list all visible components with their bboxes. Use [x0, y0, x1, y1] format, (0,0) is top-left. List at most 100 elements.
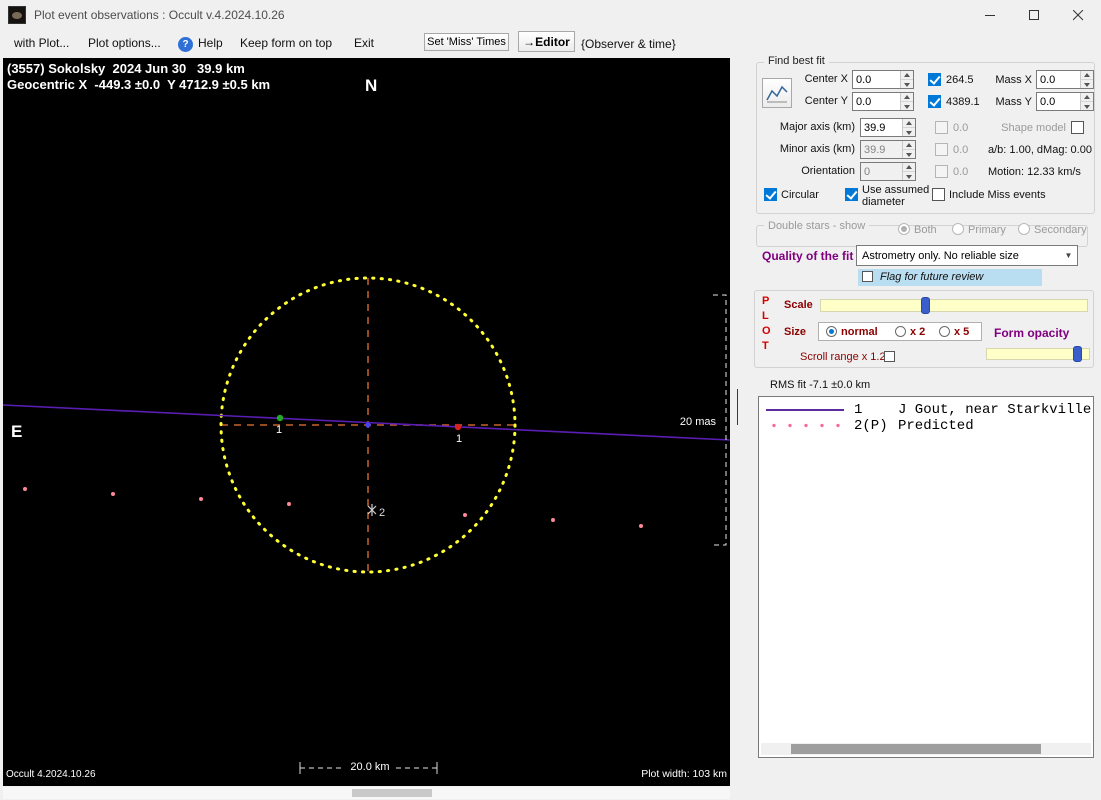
quality-selected-value: Astrometry only. No reliable size: [862, 249, 1019, 262]
center-y-input[interactable]: [853, 93, 900, 110]
mass-x-input[interactable]: [1037, 71, 1080, 88]
center-y-label: Center Y: [804, 95, 848, 107]
panel-divider: [737, 389, 738, 425]
menu-item-with-plot[interactable]: with Plot...: [14, 36, 69, 50]
list-item[interactable]: 1 J Gout, near Starkville: [759, 402, 1093, 418]
spin-up-icon[interactable]: [1081, 93, 1093, 102]
observation-name: Predicted: [898, 418, 974, 434]
major-axis-lock-checkbox: [935, 121, 948, 134]
menu-item-help[interactable]: Help: [198, 36, 223, 50]
spin-down-icon[interactable]: [903, 128, 915, 136]
spin-down-icon[interactable]: [901, 80, 913, 88]
spin-up-icon[interactable]: [901, 71, 913, 80]
center-y-spinner[interactable]: [852, 92, 914, 111]
close-button[interactable]: [1056, 0, 1101, 30]
spin-down-icon: [903, 172, 915, 180]
shape-model-checkbox[interactable]: [1071, 121, 1084, 134]
size-x2-label: x 2: [910, 326, 926, 338]
scale-slider[interactable]: [820, 297, 1088, 314]
menu-item-exit[interactable]: Exit: [354, 36, 374, 50]
scroll-range-checkbox[interactable]: [884, 351, 895, 362]
major-axis-spinner[interactable]: [860, 118, 916, 137]
double-stars-secondary-radio: [1018, 223, 1030, 235]
orientation-lock-checkbox: [935, 165, 948, 178]
minor-axis-zero: 0.0: [953, 144, 969, 156]
mass-y-spinner[interactable]: [1036, 92, 1094, 111]
center-x-label: Center X: [804, 73, 848, 85]
plot-title-line2: Geocentric X -449.3 ±0.0 Y 4712.9 ±0.5 k…: [7, 77, 271, 92]
predicted-dot: [199, 497, 203, 501]
list-item[interactable]: 2(P) Predicted: [759, 418, 1093, 434]
orientation-label: Orientation: [801, 165, 855, 177]
circular-checkbox[interactable]: [764, 188, 777, 201]
editor-button[interactable]: →Editor: [518, 31, 575, 52]
find-best-fit-button[interactable]: [762, 78, 792, 108]
plot-letter: O: [762, 325, 771, 337]
motion-text: Motion: 12.33 km/s: [988, 166, 1081, 178]
minor-axis-spinner: [860, 140, 916, 159]
spin-up-icon[interactable]: [903, 119, 915, 128]
plot-width-label: Plot width: 103 km: [641, 768, 727, 780]
predicted-dot: [287, 502, 291, 506]
plot-title-line1: (3557) Sokolsky 2024 Jun 30 39.9 km: [7, 61, 245, 76]
include-miss-checkbox[interactable]: [932, 188, 945, 201]
app-window: Plot event observations : Occult v.4.202…: [0, 0, 1101, 800]
chevron-down-icon[interactable]: [1060, 251, 1077, 260]
maximize-icon: [1029, 9, 1039, 20]
major-axis-input[interactable]: [861, 119, 902, 136]
listbox-horizontal-scrollbar[interactable]: [761, 743, 1091, 755]
circular-label: Circular: [781, 189, 819, 201]
menu-item-keep-on-top[interactable]: Keep form on top: [240, 36, 332, 50]
plot-scrollbar-thumb[interactable]: [352, 789, 432, 797]
flag-review-checkbox[interactable]: [862, 271, 873, 282]
mass-y-input[interactable]: [1037, 93, 1080, 110]
predicted-dots-layer: [3, 58, 730, 786]
spin-down-icon[interactable]: [901, 102, 913, 110]
orientation-input: [861, 163, 902, 180]
km-scale-label: 20.0 km: [350, 761, 390, 773]
include-miss-label: Include Miss events: [949, 189, 1046, 201]
observation-id: 2(P): [854, 418, 888, 434]
spin-up-icon[interactable]: [901, 93, 913, 102]
chord-line-sample: [766, 409, 844, 411]
spin-down-icon[interactable]: [1081, 80, 1093, 88]
plot-letter: L: [762, 310, 769, 322]
star-y-checkbox[interactable]: [928, 95, 941, 108]
scale-slider-thumb[interactable]: [921, 297, 930, 314]
opacity-slider[interactable]: [986, 346, 1090, 362]
use-assumed-diameter-checkbox[interactable]: [845, 188, 858, 201]
observer-time-button[interactable]: {Observer & time}: [581, 37, 676, 51]
window-title: Plot event observations : Occult v.4.202…: [34, 8, 285, 22]
double-stars-label: Double stars - show: [764, 220, 870, 232]
size-x2-radio[interactable]: [895, 326, 906, 337]
plot-area[interactable]: (3557) Sokolsky 2024 Jun 30 39.9 km Geoc…: [3, 58, 730, 786]
plot-horizontal-scrollbar[interactable]: [3, 787, 730, 799]
predicted-dots-sample: [766, 423, 846, 428]
predicted-dot: [23, 487, 27, 491]
spin-up-icon[interactable]: [1081, 71, 1093, 80]
find-best-fit-label: Find best fit: [764, 55, 829, 67]
mass-x-spinner[interactable]: [1036, 70, 1094, 89]
size-x5-radio[interactable]: [939, 326, 950, 337]
spin-down-icon[interactable]: [1081, 102, 1093, 110]
listbox-scrollbar-thumb[interactable]: [791, 744, 1041, 754]
quality-combobox[interactable]: Astrometry only. No reliable size: [856, 245, 1078, 266]
opacity-slider-thumb[interactable]: [1073, 346, 1082, 362]
center-x-input[interactable]: [853, 71, 900, 88]
star-x-value: 264.5: [946, 74, 974, 86]
maximize-button[interactable]: [1012, 0, 1057, 30]
quality-label: Quality of the fit: [762, 249, 854, 263]
help-icon[interactable]: [178, 37, 193, 52]
star-x-checkbox[interactable]: [928, 73, 941, 86]
size-normal-radio[interactable]: [826, 326, 837, 337]
shape-model-label: Shape model: [1001, 122, 1066, 134]
menu-item-plot-options[interactable]: Plot options...: [88, 36, 161, 50]
mas-scale-label: 20 mas: [679, 416, 716, 428]
set-miss-times-button[interactable]: Set 'Miss' Times: [424, 33, 509, 51]
minimize-button[interactable]: [968, 0, 1013, 30]
size-label: Size: [784, 326, 807, 338]
titlebar: Plot event observations : Occult v.4.202…: [0, 0, 1101, 30]
observations-listbox[interactable]: 1 J Gout, near Starkville 2(P) Predicted: [758, 396, 1094, 758]
center-x-spinner[interactable]: [852, 70, 914, 89]
ab-dmag-text: a/b: 1.00, dMag: 0.00: [988, 144, 1092, 156]
